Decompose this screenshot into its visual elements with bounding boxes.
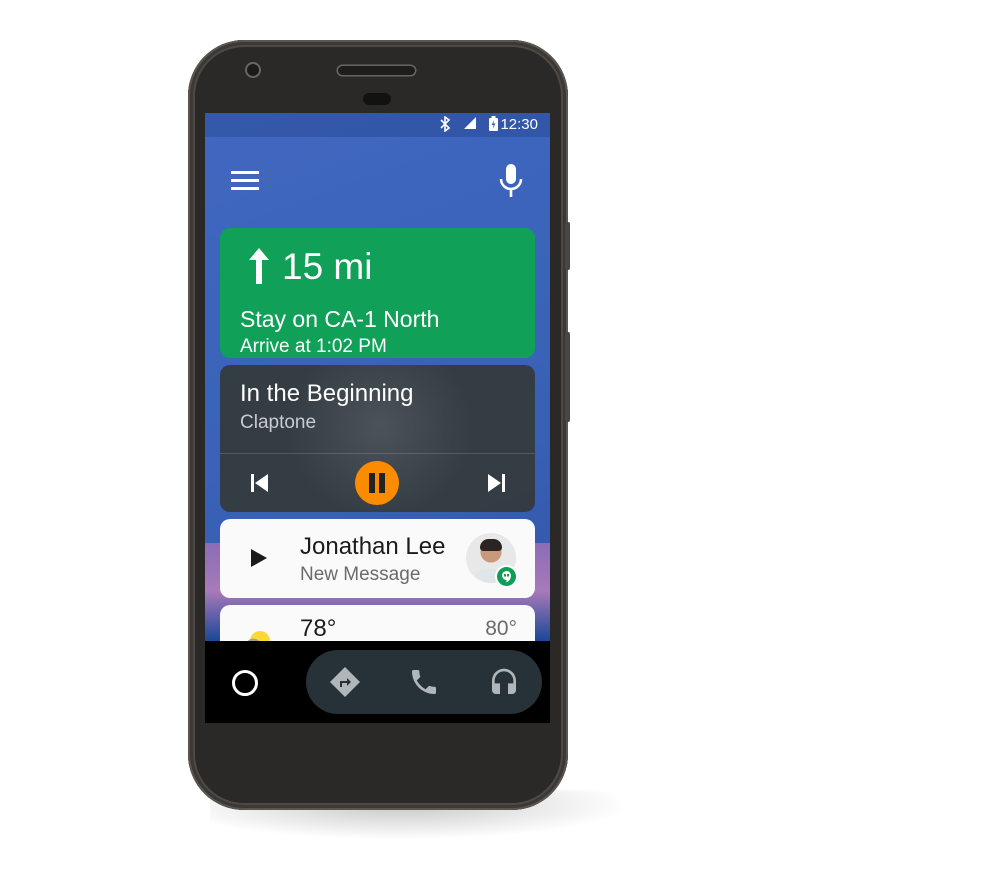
menu-icon: [231, 171, 259, 174]
message-card[interactable]: Jonathan Lee New Message: [220, 519, 535, 598]
track-artist: Claptone: [240, 412, 317, 433]
message-subtitle: New Message: [300, 564, 421, 585]
skip-next-icon: [488, 474, 505, 492]
mic-icon: [499, 164, 523, 197]
high-temperature: 80°: [485, 617, 517, 640]
status-bar: 12:30: [205, 113, 550, 137]
media-card[interactable]: In the Beginning Claptone: [220, 365, 535, 512]
proximity-sensor: [363, 93, 391, 105]
front-camera: [247, 64, 259, 76]
nav-eta: Arrive at 1:02 PM: [240, 336, 387, 357]
nav-distance: 15 mi: [282, 246, 373, 287]
home-circle-icon[interactable]: [232, 670, 258, 696]
menu-button[interactable]: [231, 171, 259, 193]
skip-previous-icon: [251, 474, 268, 492]
app-launcher-pill: [306, 650, 542, 714]
avatar-hair: [480, 539, 502, 551]
power-button[interactable]: [565, 222, 570, 270]
navigation-icon: [330, 667, 360, 697]
hangouts-icon: [497, 567, 516, 586]
bottom-nav-bar: [205, 641, 550, 723]
battery-icon: [489, 116, 498, 134]
skip-next-button[interactable]: [486, 473, 508, 493]
divider: [220, 453, 535, 454]
phone-button[interactable]: [408, 666, 440, 698]
play-icon[interactable]: [250, 548, 268, 573]
navigation-button[interactable]: [329, 666, 361, 698]
pause-button[interactable]: [355, 461, 399, 505]
arrow-up-icon: [248, 248, 270, 289]
screen: 12:30 15 mi Stay on CA-1 North Arrive at…: [205, 113, 550, 723]
pause-icon-bar: [379, 473, 385, 493]
signal-icon: [463, 116, 477, 133]
navigation-card[interactable]: 15 mi Stay on CA-1 North Arrive at 1:02 …: [220, 228, 535, 358]
earpiece-speaker: [338, 66, 415, 75]
headphones-icon: [492, 668, 516, 694]
phone-icon: [412, 670, 436, 694]
menu-icon-bar: [231, 187, 259, 190]
media-button[interactable]: [488, 666, 520, 698]
pause-icon: [369, 473, 375, 493]
menu-icon-bar: [231, 179, 259, 182]
track-title: In the Beginning: [240, 380, 414, 407]
voice-search-button[interactable]: [498, 163, 524, 199]
bluetooth-icon: [439, 115, 451, 135]
skip-previous-button[interactable]: [248, 473, 270, 493]
clock: 12:30: [500, 116, 538, 133]
contact-name: Jonathan Lee: [300, 533, 446, 560]
nav-instruction: Stay on CA-1 North: [240, 306, 440, 332]
current-temperature: 78°: [300, 615, 337, 642]
volume-button[interactable]: [565, 332, 570, 422]
